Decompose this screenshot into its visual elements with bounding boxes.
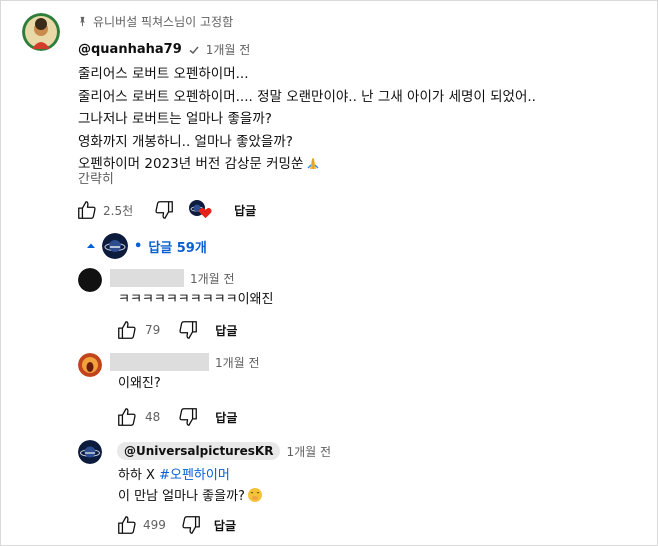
- redacted-username: [110, 353, 209, 371]
- like-icon[interactable]: [76, 199, 98, 221]
- pin-icon: [79, 16, 86, 27]
- reply-button[interactable]: 답글: [214, 517, 236, 534]
- reply-avatar[interactable]: [78, 268, 102, 292]
- like-icon[interactable]: [116, 319, 138, 341]
- replies-toggle[interactable]: • 답글 59개: [86, 233, 207, 259]
- reply-text: ㅋㅋㅋㅋㅋㅋㅋㅋㅋㅋ이왜진: [118, 292, 274, 307]
- dislike-icon[interactable]: [153, 199, 175, 221]
- creator-reply-avatar[interactable]: [78, 440, 102, 464]
- comment-line: 영화까지 개봉하니.. 얼마나 좋았을까?: [78, 133, 293, 150]
- hashtag-link[interactable]: #오펜하이머: [159, 468, 230, 483]
- reply-actions: 48 답글: [116, 406, 237, 428]
- reply-actions: 499 답글: [116, 514, 236, 536]
- reply-line-text: 이 만남 얼마나 좋을까?: [118, 489, 245, 504]
- comment-header: @quanhaha79 1개월 전: [78, 41, 250, 58]
- comment-line: 그나저나 로버트는 얼마나 좋을까?: [78, 111, 272, 127]
- comment-line: 줄리어스 로버트 오펜하이머...: [78, 66, 249, 82]
- author-avatar[interactable]: [22, 13, 60, 51]
- comment-time[interactable]: 1개월 전: [206, 41, 251, 58]
- reply-button[interactable]: 답글: [234, 202, 256, 219]
- reply-time[interactable]: 1개월 전: [286, 443, 331, 460]
- reply-button[interactable]: 답글: [215, 409, 237, 426]
- like-icon[interactable]: [116, 514, 138, 536]
- reply-time[interactable]: 1개월 전: [190, 270, 235, 287]
- reply-line-prefix: 하하 X: [118, 468, 160, 483]
- like-count: 499: [143, 518, 166, 532]
- collapse-button[interactable]: 간략히: [78, 168, 114, 187]
- like-count: 79: [145, 323, 161, 337]
- creator-handle-chip[interactable]: @UniversalpicturesKR: [117, 442, 281, 460]
- redacted-username: [110, 269, 184, 287]
- reply-avatar[interactable]: [78, 353, 102, 377]
- reply-button[interactable]: 답글: [215, 322, 237, 339]
- verified-check-icon: [189, 46, 199, 54]
- reply-header: 1개월 전: [110, 269, 235, 287]
- reply-line: 하하 X #오펜하이머: [118, 465, 263, 486]
- reply-header: 1개월 전: [110, 353, 260, 371]
- reply-text: 하하 X #오펜하이머 이 만남 얼마나 좋을까?: [118, 465, 263, 507]
- pinned-text: 유니버설 픽쳐스님이 고정함: [93, 15, 234, 29]
- caret-up-icon: [87, 243, 95, 248]
- reply-line: 이 만남 얼마나 좋을까?: [118, 486, 263, 507]
- like-count: 48: [145, 410, 161, 424]
- like-icon[interactable]: [116, 406, 138, 428]
- replies-bullet: •: [134, 238, 143, 254]
- reply-actions: 79 답글: [116, 319, 237, 341]
- creator-avatar: [102, 233, 128, 259]
- hand-over-mouth-emoji-icon: [247, 488, 262, 502]
- like-count: 2.5천: [103, 203, 134, 218]
- comment-actions: 2.5천 답글: [76, 199, 256, 221]
- comment-text: 줄리어스 로버트 오펜하이머... 줄리어스 로버트 오펜하이머.... 정말 …: [78, 63, 536, 176]
- dislike-icon[interactable]: [180, 514, 202, 536]
- comment-thread: 유니버설 픽쳐스님이 고정함 @quanhaha79 1개월 전 줄리어스 로버…: [0, 0, 658, 546]
- dislike-icon[interactable]: [177, 319, 199, 341]
- reply-text: 이왜진?: [118, 376, 161, 391]
- comment-author[interactable]: @quanhaha79: [78, 42, 182, 57]
- comment-line: 줄리어스 로버트 오펜하이머.... 정말 오랜만이야.. 난 그새 아이가 세…: [78, 88, 536, 105]
- dislike-icon[interactable]: [177, 406, 199, 428]
- replies-count-label: 답글 59개: [148, 240, 207, 256]
- reply-header: @UniversalpicturesKR 1개월 전: [117, 442, 331, 460]
- heart-icon: [199, 208, 212, 219]
- comment-line: 오펜하이머 2023년 버전 감상문 커밍쑨: [78, 153, 536, 176]
- creator-heart: [189, 199, 215, 221]
- reply-time[interactable]: 1개월 전: [215, 354, 260, 371]
- pinned-banner: 유니버설 픽쳐스님이 고정함: [77, 13, 233, 30]
- folded-hands-emoji-icon: [307, 158, 319, 169]
